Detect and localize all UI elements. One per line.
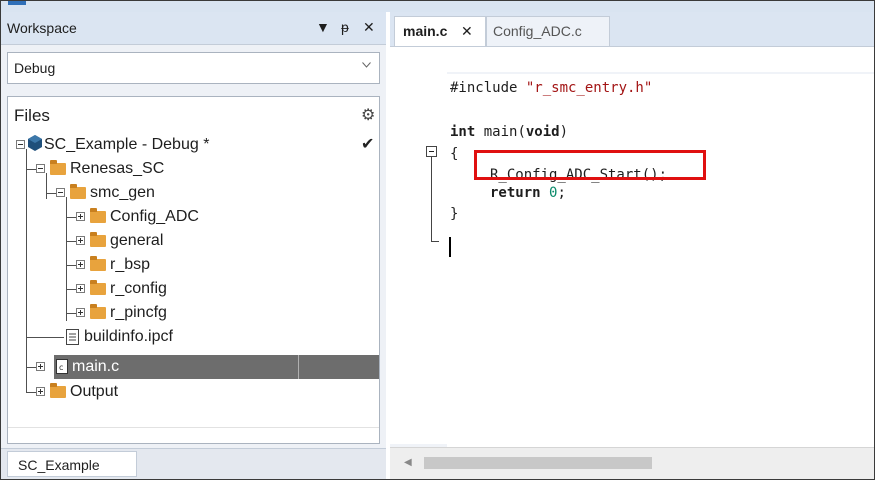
window-frame <box>0 0 875 480</box>
